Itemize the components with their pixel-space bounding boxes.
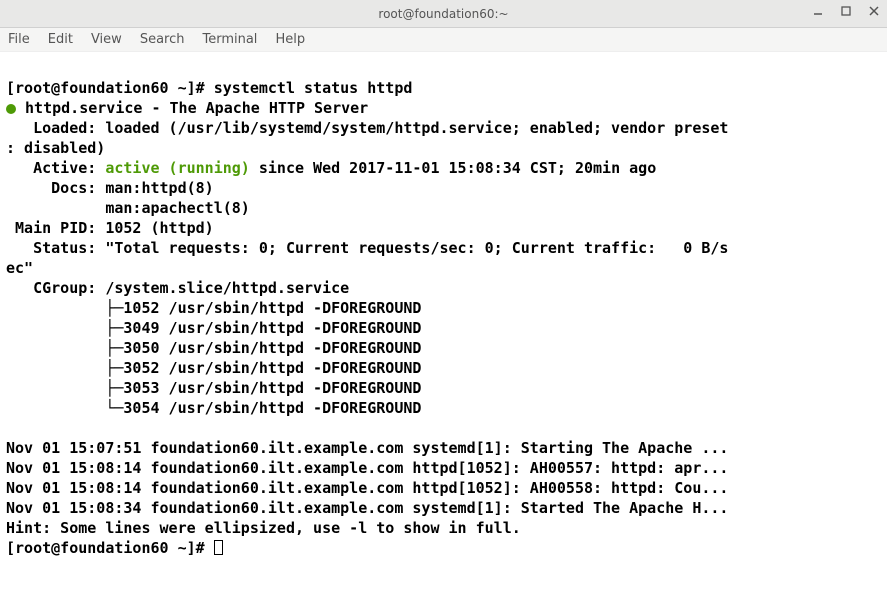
active-status: active (running) (105, 159, 250, 177)
process-line: ├─3050 /usr/sbin/httpd -DFOREGROUND (6, 339, 421, 357)
menu-search[interactable]: Search (140, 32, 185, 47)
log-line: Nov 01 15:08:34 foundation60.ilt.example… (6, 499, 728, 517)
status-dot-icon (6, 104, 16, 114)
cgroup-line: CGroup: /system.slice/httpd.service (6, 279, 349, 297)
cursor-icon (214, 540, 223, 555)
window-controls (811, 4, 881, 18)
process-line: ├─3052 /usr/sbin/httpd -DFOREGROUND (6, 359, 421, 377)
hint-line: Hint: Some lines were ellipsized, use -l… (6, 519, 521, 537)
window-titlebar: root@foundation60:~ (0, 0, 887, 28)
log-line: Nov 01 15:08:14 foundation60.ilt.example… (6, 459, 728, 477)
log-line: Nov 01 15:08:14 foundation60.ilt.example… (6, 479, 728, 497)
service-line: httpd.service - The Apache HTTP Server (16, 99, 368, 117)
prompt: [root@foundation60 ~]# (6, 539, 214, 557)
log-line: Nov 01 15:07:51 foundation60.ilt.example… (6, 439, 728, 457)
disabled-line: : disabled) (6, 139, 105, 157)
process-line: ├─3049 /usr/sbin/httpd -DFOREGROUND (6, 319, 421, 337)
loaded-line: Loaded: loaded (/usr/lib/systemd/system/… (6, 119, 728, 137)
window-title: root@foundation60:~ (378, 7, 508, 21)
minimize-icon[interactable] (811, 4, 825, 18)
menu-view[interactable]: View (91, 32, 122, 47)
menu-edit[interactable]: Edit (48, 32, 73, 47)
process-line: ├─3053 /usr/sbin/httpd -DFOREGROUND (6, 379, 421, 397)
docs-line-2: man:apachectl(8) (6, 199, 250, 217)
process-line: └─3054 /usr/sbin/httpd -DFOREGROUND (6, 399, 421, 417)
active-rest: since Wed 2017-11-01 15:08:34 CST; 20min… (250, 159, 656, 177)
menu-file[interactable]: File (8, 32, 30, 47)
prompt: [root@foundation60 ~]# (6, 79, 214, 97)
status-line: Status: "Total requests: 0; Current requ… (6, 239, 728, 257)
terminal-output[interactable]: [root@foundation60 ~]# systemctl status … (0, 52, 887, 558)
docs-line-1: Docs: man:httpd(8) (6, 179, 214, 197)
menubar: File Edit View Search Terminal Help (0, 28, 887, 52)
menu-terminal[interactable]: Terminal (202, 32, 257, 47)
active-label: Active: (6, 159, 105, 177)
mainpid-line: Main PID: 1052 (httpd) (6, 219, 214, 237)
maximize-icon[interactable] (839, 4, 853, 18)
process-line: ├─1052 /usr/sbin/httpd -DFOREGROUND (6, 299, 421, 317)
status-line-2: ec" (6, 259, 33, 277)
close-icon[interactable] (867, 4, 881, 18)
menu-help[interactable]: Help (275, 32, 305, 47)
command-text: systemctl status httpd (214, 79, 413, 97)
